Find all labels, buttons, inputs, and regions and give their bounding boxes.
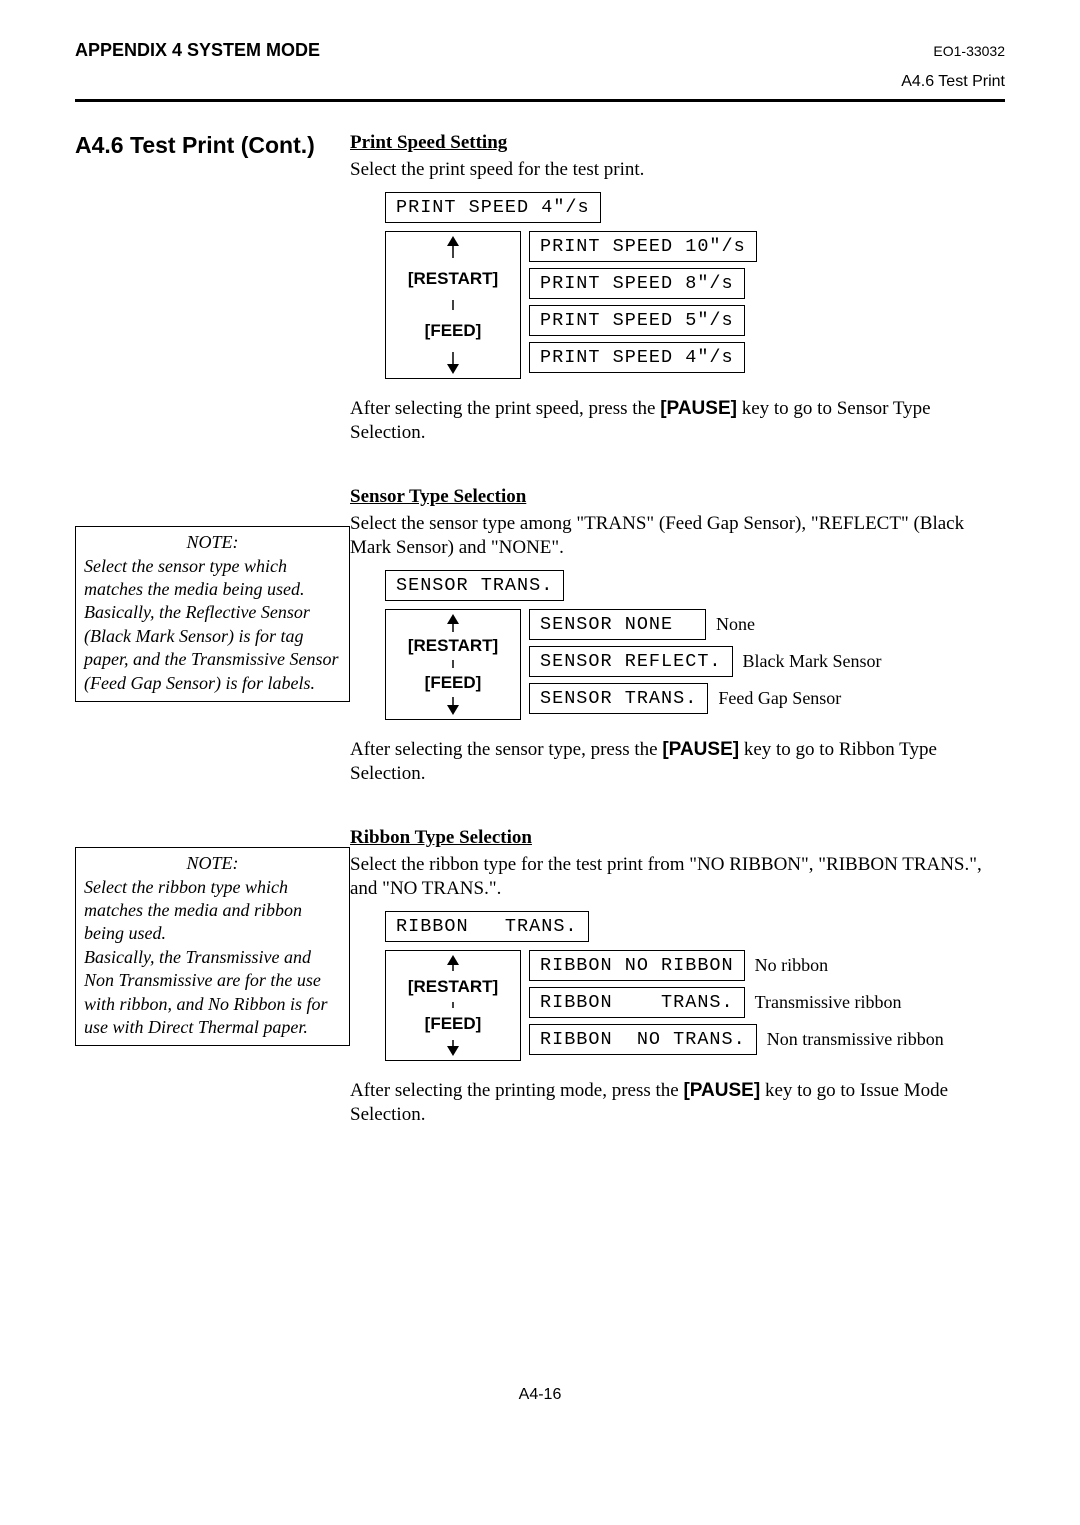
ribbon-option-label: No ribbon [755,955,829,976]
header-rule [75,99,1005,102]
arrow-up-icon [443,955,463,971]
arrow-down-icon [443,697,463,715]
nav-box: [RESTART] [FEED] [385,231,521,379]
ribbon-option-lcd: RIBBON NO TRANS. [529,1024,757,1055]
speed-option-lcd: PRINT SPEED 10"/s [529,231,757,262]
section-title: A4.6 Test Print (Cont.) [75,132,350,159]
print-speed-desc: Select the print speed for the test prin… [350,158,1005,182]
feed-button-label: [FEED] [425,673,482,693]
sensor-after: After selecting the sensor type, press t… [350,738,1005,786]
ribbon-option-lcd: RIBBON NO RIBBON [529,950,745,981]
feed-button-label: [FEED] [425,321,482,341]
sensor-note-box: NOTE: Select the sensor type which match… [75,526,350,702]
sensor-option-lcd: SENSOR TRANS. [529,683,708,714]
print-speed-after: After selecting the print speed, press t… [350,397,1005,445]
ribbon-type-title: Ribbon Type Selection [350,827,532,848]
ribbon-option-label: Non transmissive ribbon [767,1029,944,1050]
pause-key-label: [PAUSE] [683,1080,760,1101]
speed-option-lcd: PRINT SPEED 4"/s [529,342,745,373]
header-doc-number: EO1-33032 [933,43,1005,59]
sensor-option-label: Black Mark Sensor [743,651,882,672]
arrow-down-icon [443,1040,463,1056]
nav-box: [RESTART] [FEED] [385,950,521,1061]
sensor-note-body: Select the sensor type which matches the… [84,555,341,695]
ribbon-option-lcd: RIBBON TRANS. [529,987,745,1018]
sensor-diagram: SENSOR TRANS. [RESTART] [FEED] SENSOR NO… [385,570,1005,720]
ribbon-after: After selecting the printing mode, press… [350,1079,1005,1127]
connector-line-icon [443,300,463,310]
sensor-option-label: Feed Gap Sensor [718,688,841,709]
ribbon-note-body: Select the ribbon type which matches the… [84,876,341,1040]
header-section-ref: A4.6 Test Print [75,73,1005,91]
ribbon-diagram: RIBBON TRANS. [RESTART] [FEED] RIBBON NO… [385,911,1005,1061]
speed-option-lcd: PRINT SPEED 5"/s [529,305,745,336]
arrow-down-icon [443,352,463,374]
page-number: A4-16 [75,1386,1005,1404]
sensor-option-label: None [716,614,755,635]
ribbon-note-box: NOTE: Select the ribbon type which match… [75,847,350,1046]
header-appendix: APPENDIX 4 SYSTEM MODE [75,40,320,61]
speed-option-lcd: PRINT SPEED 8"/s [529,268,745,299]
print-speed-title: Print Speed Setting [350,132,507,153]
pause-key-label: [PAUSE] [662,739,739,760]
sensor-option-lcd: SENSOR NONE [529,609,706,640]
restart-button-label: [RESTART] [408,269,498,289]
connector-line-icon [443,660,463,668]
restart-button-label: [RESTART] [408,636,498,656]
arrow-up-icon [443,614,463,632]
print-speed-diagram: PRINT SPEED 4"/s [RESTART] [FEED] PRINT … [385,192,1005,379]
sensor-option-lcd: SENSOR REFLECT. [529,646,733,677]
ribbon-type-desc: Select the ribbon type for the test prin… [350,853,1005,901]
nav-box: [RESTART] [FEED] [385,609,521,720]
restart-button-label: [RESTART] [408,977,498,997]
note-title: NOTE: [84,531,341,554]
sensor-type-title: Sensor Type Selection [350,486,526,507]
print-speed-current-lcd: PRINT SPEED 4"/s [385,192,601,223]
feed-button-label: [FEED] [425,1014,482,1034]
sensor-current-lcd: SENSOR TRANS. [385,570,564,601]
pause-key-label: [PAUSE] [660,398,737,419]
note-title: NOTE: [84,852,341,875]
connector-line-icon [443,1002,463,1008]
sensor-type-desc: Select the sensor type among "TRANS" (Fe… [350,512,1005,560]
ribbon-current-lcd: RIBBON TRANS. [385,911,589,942]
arrow-up-icon [443,236,463,258]
ribbon-option-label: Transmissive ribbon [755,992,902,1013]
